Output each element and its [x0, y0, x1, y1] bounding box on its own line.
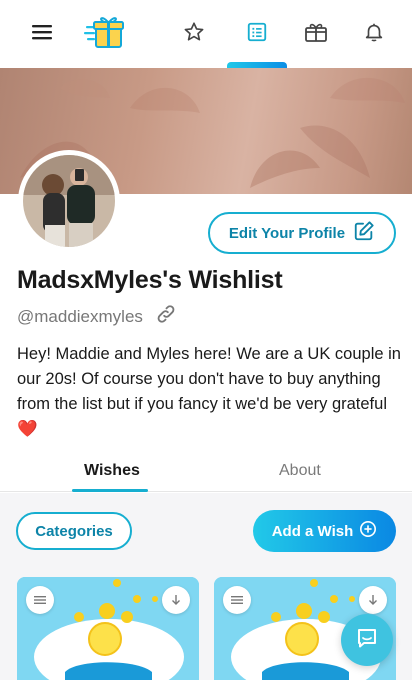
bell-icon[interactable] — [354, 14, 394, 50]
star-icon[interactable] — [174, 14, 214, 50]
profile-handle: @maddiexmyles — [17, 306, 143, 326]
avatar[interactable] — [18, 150, 120, 252]
chat-button[interactable] — [341, 614, 393, 666]
edit-profile-button[interactable]: Edit Your Profile — [208, 212, 396, 254]
edit-profile-label: Edit Your Profile — [228, 224, 346, 242]
tab-about[interactable]: About — [279, 462, 321, 480]
edit-pencil-icon — [353, 220, 375, 246]
reorder-icon[interactable] — [223, 586, 251, 614]
top-nav — [0, 0, 412, 69]
add-wish-button[interactable]: Add a Wish — [253, 510, 396, 552]
chat-icon — [355, 626, 379, 655]
gift-logo-icon[interactable] — [82, 14, 126, 50]
add-wish-label: Add a Wish — [271, 522, 354, 540]
heart-emoji: ❤️ — [17, 420, 38, 438]
wish-card[interactable] — [17, 577, 199, 680]
reorder-icon[interactable] — [26, 586, 54, 614]
link-icon[interactable] — [155, 303, 177, 330]
bio-text: Hey! Maddie and Myles here! We are a UK … — [17, 345, 401, 413]
wishlist-title: MadsxMyles's Wishlist — [17, 266, 283, 294]
handle-row: @maddiexmyles — [17, 303, 177, 330]
active-tab-indicator — [72, 489, 148, 492]
plus-circle-icon — [359, 520, 377, 542]
categories-button[interactable]: Categories — [16, 512, 132, 550]
tab-wishes[interactable]: Wishes — [84, 462, 140, 480]
menu-icon[interactable] — [22, 14, 62, 50]
gift-box-icon[interactable] — [296, 14, 336, 50]
move-down-icon[interactable] — [359, 586, 387, 614]
move-down-icon[interactable] — [162, 586, 190, 614]
profile-tabs: Wishes About — [0, 452, 412, 492]
list-icon[interactable] — [237, 14, 277, 50]
profile-bio: Hey! Maddie and Myles here! We are a UK … — [17, 342, 402, 442]
